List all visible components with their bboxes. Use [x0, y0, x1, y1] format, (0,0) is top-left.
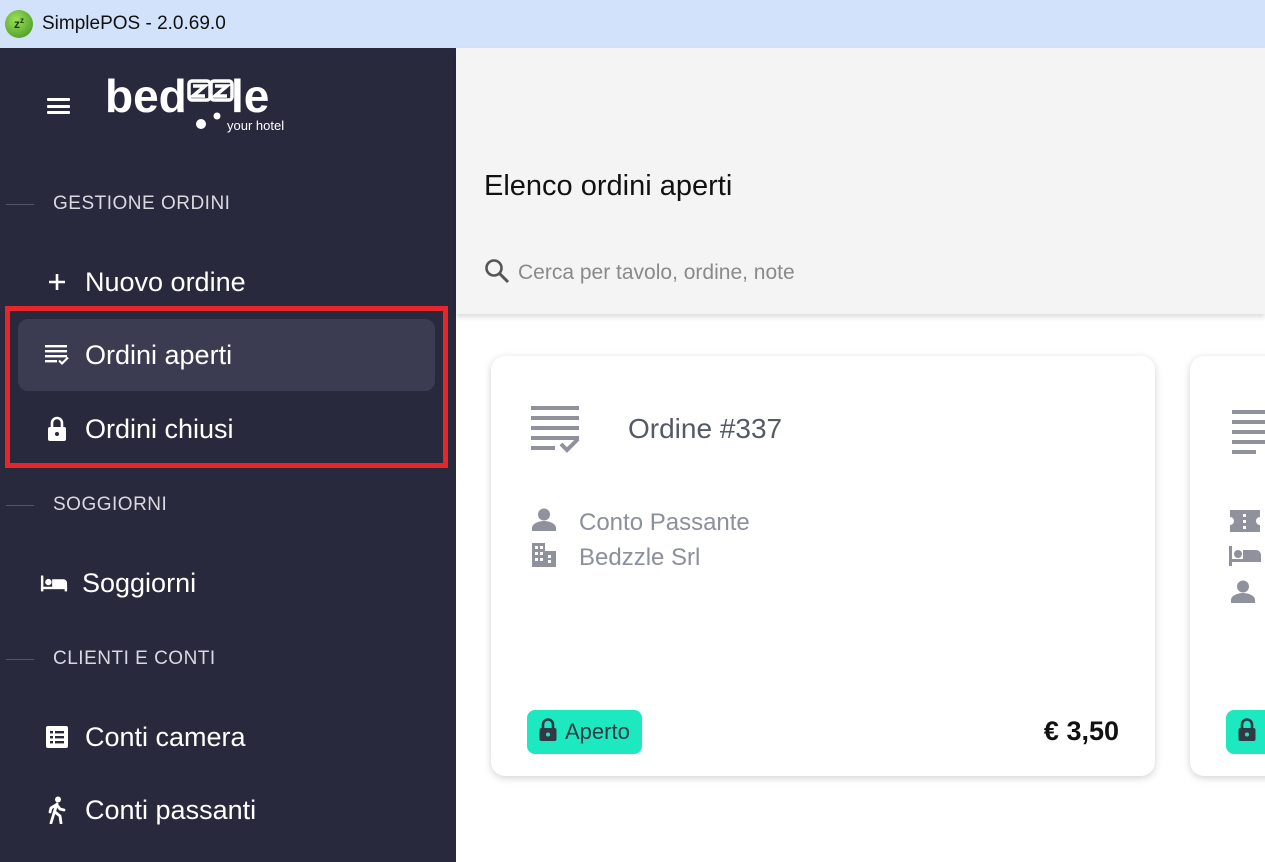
order-company: Bedzzle Srl [579, 543, 701, 571]
sidebar-item-conti-passanti[interactable]: Conti passanti [18, 774, 435, 846]
section-soggiorni: SOGGIORNI [0, 494, 167, 516]
section-clienti-e-conti: CLIENTI E CONTI [0, 648, 216, 670]
list-check-icon [531, 404, 581, 459]
sidebar-item-soggiorni[interactable]: Soggiorni [18, 547, 435, 619]
order-card[interactable] [1190, 356, 1265, 776]
search-bar [484, 256, 1084, 290]
window-titlebar: zz SimplePOS - 2.0.69.0 [0, 0, 1265, 48]
section-label: CLIENTI E CONTI [53, 648, 216, 669]
page-title: Elenco ordini aperti [484, 170, 733, 202]
bed-icon [40, 569, 68, 597]
window-title: SimplePOS - 2.0.69.0 [42, 13, 226, 34]
search-input[interactable] [518, 261, 1038, 285]
bed-icon [1228, 545, 1262, 572]
main-content: Elenco ordini aperti Ordine #337 [456, 48, 1265, 862]
list-check-icon [1232, 408, 1265, 463]
sidebar-item-label: Nuovo ordine [85, 266, 246, 297]
building-icon [531, 542, 557, 573]
logo-tagline: your hotel [227, 118, 285, 133]
order-customer: Conto Passante [579, 508, 750, 536]
status-label: Aperto [565, 719, 630, 744]
order-title: Ordine #337 [628, 413, 783, 444]
sidebar-item-conti-camera[interactable]: Conti camera [18, 701, 435, 773]
person-icon [531, 508, 557, 537]
lock-icon [539, 717, 557, 747]
highlight-annotation [5, 306, 448, 468]
lock-icon [1238, 717, 1256, 747]
app-icon: zz [5, 10, 33, 38]
section-label: SOGGIORNI [53, 494, 168, 515]
walking-icon [43, 796, 71, 824]
list-box-icon [43, 723, 71, 751]
menu-icon[interactable] [47, 98, 70, 114]
person-icon [1230, 580, 1256, 609]
page-header: Elenco ordini aperti [456, 48, 1265, 314]
status-badge [1226, 710, 1265, 754]
order-company-row: Bedzzle Srl [531, 542, 700, 573]
svg-text:le: le [231, 72, 269, 122]
svg-text:bed: bed [105, 72, 187, 122]
order-customer-row: Conto Passante [531, 508, 750, 537]
status-badge: Aperto [527, 710, 642, 754]
ticket-icon [1230, 510, 1260, 537]
sidebar-item-label: Conti passanti [85, 794, 257, 825]
section-gestione-ordini: GESTIONE ORDINI [0, 193, 230, 215]
search-icon [484, 258, 510, 289]
sidebar: bed le your hotel GESTIONE ORDINI Nuovo … [0, 48, 456, 862]
sidebar-item-label: Conti camera [85, 721, 246, 752]
order-card[interactable]: Ordine #337 Conto Passante Bedzzle Srl A… [491, 356, 1155, 776]
plus-icon [43, 268, 71, 296]
sidebar-item-label: Soggiorni [82, 567, 197, 598]
section-label: GESTIONE ORDINI [53, 193, 231, 214]
order-total: € 3,50 [1043, 716, 1119, 746]
bedzzle-logo: bed le your hotel [105, 70, 305, 134]
